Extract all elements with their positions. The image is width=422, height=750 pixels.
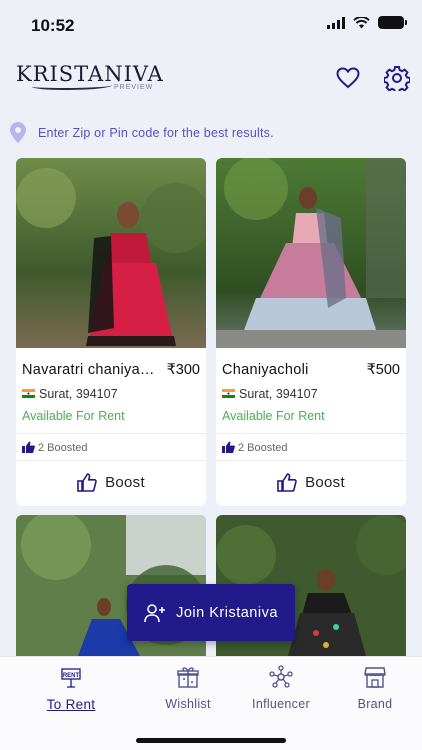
logo-swoosh (32, 82, 112, 90)
thumbs-up-icon (77, 472, 97, 492)
boost-count: 2 Boosted (38, 442, 88, 454)
nav-label: Influencer (252, 697, 310, 711)
nav-to-rent[interactable]: RENT To Rent (31, 665, 111, 712)
divider (16, 460, 206, 461)
bottom-nav: RENT To Rent Wishlist Influencer Brand (0, 656, 422, 750)
zip-prompt-text: Enter Zip or Pin code for the best resul… (38, 126, 274, 140)
product-image (216, 158, 406, 348)
svg-text:RENT: RENT (63, 673, 80, 679)
gift-icon (177, 667, 199, 688)
nav-label: To Rent (46, 697, 96, 712)
settings-button[interactable] (383, 64, 411, 92)
product-price: ₹300 (166, 362, 200, 378)
availability-label: Available For Rent (222, 409, 325, 423)
status-bar: 10:52 (0, 0, 422, 50)
status-icons (327, 16, 407, 29)
thumbs-up-small-icon (22, 441, 35, 453)
thumbs-up-icon (277, 472, 297, 492)
nav-label: Wishlist (165, 697, 211, 711)
network-icon (269, 665, 293, 688)
product-card[interactable]: Chaniyacholi ₹500 Surat, 394107 Availabl… (216, 158, 406, 506)
nav-label: Brand (357, 697, 393, 711)
wishlist-heart-button[interactable] (334, 64, 362, 92)
divider (16, 433, 206, 434)
boost-button[interactable]: Boost (16, 463, 206, 501)
product-location: Surat, 394107 (239, 387, 318, 401)
status-time: 10:52 (31, 16, 75, 35)
boost-count: 2 Boosted (238, 442, 288, 454)
boost-label: Boost (305, 473, 345, 491)
divider (216, 433, 406, 434)
divider (216, 460, 406, 461)
india-flag-icon (222, 389, 235, 398)
join-kristaniva-button[interactable]: Join Kristaniva (127, 584, 295, 641)
battery-icon (378, 16, 407, 29)
boost-label: Boost (105, 473, 145, 491)
join-button-label: Join Kristaniva (176, 604, 278, 621)
logo-subtitle: PREVIEW (114, 84, 154, 91)
product-card[interactable]: Navaratri chaniya… ₹300 Surat, 394107 Av… (16, 158, 206, 506)
gear-icon (384, 66, 410, 91)
rent-sign-icon: RENT (61, 668, 81, 688)
product-location: Surat, 394107 (39, 387, 118, 401)
boost-button[interactable]: Boost (216, 463, 406, 501)
location-pin-icon (10, 122, 26, 143)
nav-influencer[interactable]: Influencer (241, 665, 321, 711)
heart-icon (336, 67, 360, 89)
thumbs-up-small-icon (222, 441, 235, 453)
app-header: KRISTANIVA PREVIEW (0, 50, 422, 106)
product-price: ₹500 (366, 362, 400, 378)
product-title: Navaratri chaniya… (22, 362, 155, 378)
zip-prompt-bar[interactable]: Enter Zip or Pin code for the best resul… (0, 116, 422, 150)
signal-icon (327, 16, 345, 29)
home-indicator (136, 738, 286, 743)
add-user-icon (144, 603, 166, 622)
wifi-icon (353, 16, 370, 28)
nav-wishlist[interactable]: Wishlist (148, 665, 228, 711)
india-flag-icon (22, 389, 35, 398)
availability-label: Available For Rent (22, 409, 125, 423)
nav-brand[interactable]: Brand (335, 665, 415, 711)
product-image (16, 158, 206, 348)
product-title: Chaniyacholi (222, 362, 309, 378)
store-icon (364, 667, 386, 688)
